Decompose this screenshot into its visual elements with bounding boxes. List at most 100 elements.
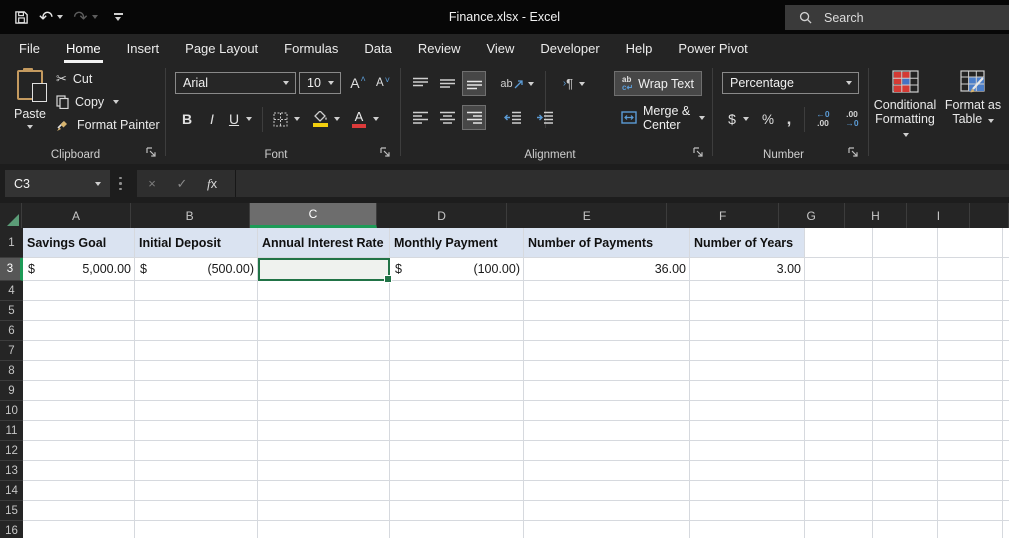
undo-dropdown-icon[interactable] (57, 15, 64, 19)
cell-I3[interactable] (938, 258, 1003, 281)
cell-D13[interactable] (390, 461, 524, 481)
cell-H9[interactable] (873, 381, 938, 401)
align-right-button[interactable] (462, 105, 486, 130)
row-header-1[interactable]: 1 (0, 228, 23, 258)
accounting-format-dropdown-icon[interactable] (740, 107, 752, 131)
font-color-button[interactable]: A (349, 107, 369, 131)
clipboard-dialog-launcher[interactable] (146, 147, 158, 159)
tab-home[interactable]: Home (53, 34, 114, 63)
cell-partial11[interactable] (1003, 421, 1009, 441)
cell-I7[interactable] (938, 341, 1003, 361)
font-dialog-launcher[interactable] (380, 147, 392, 159)
cell-G15[interactable] (805, 501, 873, 521)
cell-G12[interactable] (805, 441, 873, 461)
cell-I8[interactable] (938, 361, 1003, 381)
cell-C14[interactable] (258, 481, 390, 501)
cell-C8[interactable] (258, 361, 390, 381)
row-header-11[interactable]: 11 (0, 421, 23, 441)
percent-style-button[interactable]: % (758, 107, 778, 131)
cell-C12[interactable] (258, 441, 390, 461)
cell-A14[interactable] (23, 481, 135, 501)
cell-partial5[interactable] (1003, 301, 1009, 321)
column-header-F[interactable]: F (667, 203, 779, 228)
customize-qat-button[interactable] (113, 13, 123, 21)
cell-G9[interactable] (805, 381, 873, 401)
orientation-button[interactable]: ab (500, 71, 534, 96)
cell-D6[interactable] (390, 321, 524, 341)
cell-G14[interactable] (805, 481, 873, 501)
cell-G7[interactable] (805, 341, 873, 361)
font-name-combo[interactable]: Arial (175, 72, 296, 94)
cell-I5[interactable] (938, 301, 1003, 321)
cell-partial6[interactable] (1003, 321, 1009, 341)
cell-G13[interactable] (805, 461, 873, 481)
column-header-B[interactable]: B (131, 203, 250, 228)
cell-A5[interactable] (23, 301, 135, 321)
cell-H12[interactable] (873, 441, 938, 461)
cell-G3[interactable] (805, 258, 873, 281)
save-button[interactable] (14, 10, 29, 25)
cell-I6[interactable] (938, 321, 1003, 341)
cell-C16[interactable] (258, 521, 390, 538)
row-header-5[interactable]: 5 (0, 301, 23, 321)
cell-D3[interactable]: $ (100.00) (390, 258, 524, 281)
cell-F13[interactable] (690, 461, 805, 481)
accounting-format-button[interactable]: $ (724, 107, 740, 131)
cell-B12[interactable] (135, 441, 258, 461)
column-header-G[interactable]: G (779, 203, 845, 228)
cell-E16[interactable] (524, 521, 690, 538)
cell-F9[interactable] (690, 381, 805, 401)
cell-partial9[interactable] (1003, 381, 1009, 401)
column-header-H[interactable]: H (845, 203, 908, 228)
italic-button[interactable]: I (203, 107, 221, 131)
cell-H15[interactable] (873, 501, 938, 521)
cell-partial12[interactable] (1003, 441, 1009, 461)
select-all-button[interactable] (0, 203, 23, 228)
cell-C13[interactable] (258, 461, 390, 481)
cell-F4[interactable] (690, 281, 805, 301)
column-header-D[interactable]: D (377, 203, 507, 228)
cell-A1[interactable]: Savings Goal (23, 228, 135, 258)
font-size-combo[interactable]: 10 (299, 72, 341, 94)
cell-A4[interactable] (23, 281, 135, 301)
row-header-16[interactable]: 16 (0, 521, 23, 538)
cell-F6[interactable] (690, 321, 805, 341)
tab-insert[interactable]: Insert (114, 34, 173, 63)
fill-color-dropdown-icon[interactable] (331, 107, 343, 131)
enter-button[interactable]: ✓ (167, 176, 197, 192)
formula-bar-options-icon[interactable] (119, 173, 122, 194)
borders-button[interactable] (269, 107, 291, 131)
cell-A12[interactable] (23, 441, 135, 461)
cell-E6[interactable] (524, 321, 690, 341)
cell-B10[interactable] (135, 401, 258, 421)
cell-partial7[interactable] (1003, 341, 1009, 361)
cell-B4[interactable] (135, 281, 258, 301)
underline-dropdown-icon[interactable] (243, 107, 255, 131)
shrink-font-button[interactable]: A ˅ (372, 72, 394, 94)
cell-G16[interactable] (805, 521, 873, 538)
conditional-formatting-button[interactable]: Conditional Formatting (872, 70, 938, 140)
cell-E12[interactable] (524, 441, 690, 461)
format-as-table-button[interactable]: Format as Table (940, 70, 1006, 126)
cell-F3[interactable]: 3.00 (690, 258, 805, 281)
cell-A13[interactable] (23, 461, 135, 481)
cell-E9[interactable] (524, 381, 690, 401)
cell-B1[interactable]: Initial Deposit (135, 228, 258, 258)
bold-button[interactable]: B (177, 107, 197, 131)
paste-button[interactable]: Paste (8, 68, 52, 129)
cell-D16[interactable] (390, 521, 524, 538)
cell-A6[interactable] (23, 321, 135, 341)
alignment-dialog-launcher[interactable] (693, 147, 705, 159)
cell-D7[interactable] (390, 341, 524, 361)
cell-B8[interactable] (135, 361, 258, 381)
align-bottom-button[interactable] (462, 71, 486, 96)
cell-H4[interactable] (873, 281, 938, 301)
cell-D9[interactable] (390, 381, 524, 401)
cell-A16[interactable] (23, 521, 135, 538)
cell-C9[interactable] (258, 381, 390, 401)
cell-H16[interactable] (873, 521, 938, 538)
cell-H7[interactable] (873, 341, 938, 361)
increase-indent-button[interactable] (532, 105, 558, 130)
comma-style-button[interactable]: , (782, 107, 796, 131)
cell-I13[interactable] (938, 461, 1003, 481)
